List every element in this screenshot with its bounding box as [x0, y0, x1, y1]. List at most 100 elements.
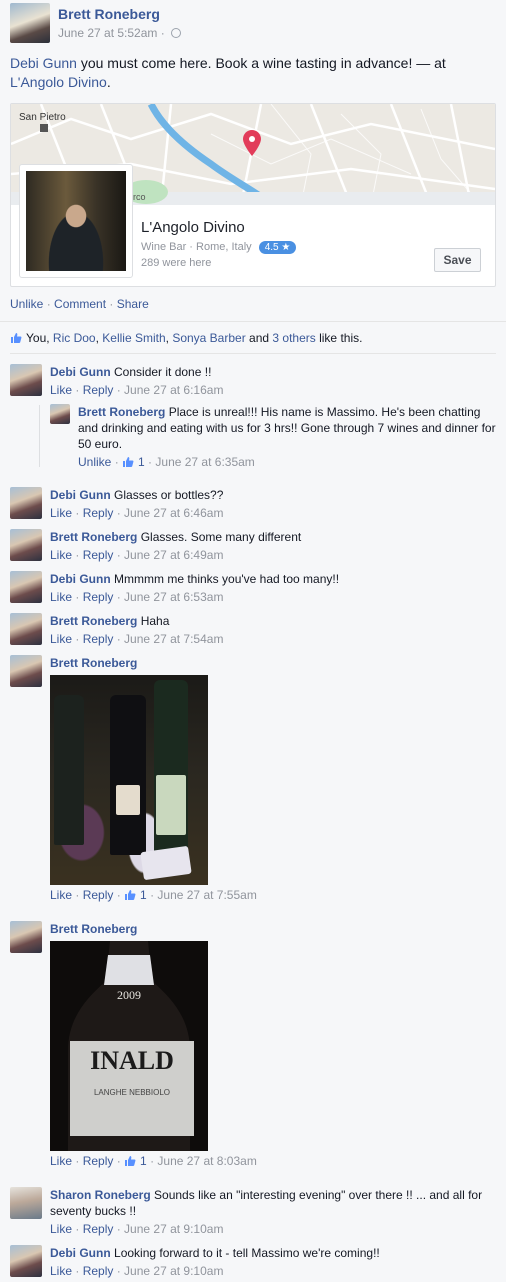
- comment-time[interactable]: June 27 at 6:53am: [124, 590, 223, 604]
- wine-label: [156, 775, 186, 835]
- comment-time[interactable]: June 27 at 6:16am: [124, 383, 223, 397]
- comment-time[interactable]: June 27 at 6:49am: [124, 548, 223, 562]
- comment-link[interactable]: Comment: [54, 297, 106, 311]
- reply-link[interactable]: Reply: [83, 632, 114, 646]
- liker-link[interactable]: Sonya Barber: [172, 331, 245, 345]
- like-count[interactable]: 1: [140, 888, 147, 902]
- comment-actions: Like · Reply · June 27 at 6:53am: [50, 590, 224, 604]
- place-category: Wine Bar · Rome, Italy 4.5 ★: [141, 241, 297, 254]
- commenter-name[interactable]: Brett Roneberg: [78, 405, 165, 419]
- comment-time[interactable]: June 27 at 8:03am: [157, 1154, 256, 1168]
- comment-time[interactable]: June 27 at 7:55am: [157, 888, 256, 902]
- commenter-name[interactable]: Debi Gunn: [50, 572, 111, 586]
- like-link[interactable]: Like: [50, 506, 72, 520]
- post-text: Debi Gunn you must come here. Book a win…: [10, 55, 446, 90]
- reply-link[interactable]: Reply: [83, 548, 114, 562]
- divider: [10, 353, 496, 354]
- comment-actions: Like · Reply · June 27 at 6:49am: [50, 548, 224, 562]
- commenter-avatar[interactable]: [10, 613, 42, 645]
- like-count[interactable]: 1: [138, 455, 145, 469]
- tagged-place-link[interactable]: L'Angolo Divino: [10, 74, 107, 90]
- reply-link[interactable]: Reply: [83, 506, 114, 520]
- comment-text: Glasses. Some many different: [140, 530, 302, 544]
- comment-actions: Like · Reply · 1 · June 27 at 8:03am: [50, 1154, 257, 1168]
- like-link[interactable]: Like: [50, 1154, 72, 1168]
- reply-link[interactable]: Reply: [83, 1222, 114, 1236]
- comment-photo[interactable]: 2009 INALD LANGHE NEBBIOLO: [50, 941, 208, 1151]
- reply-link[interactable]: Reply: [83, 383, 114, 397]
- post-author-name[interactable]: Brett Roneberg: [58, 6, 160, 22]
- commenter-name[interactable]: Sharon Roneberg: [50, 1188, 151, 1202]
- like-link[interactable]: Like: [50, 888, 72, 902]
- like-link[interactable]: Like: [50, 590, 72, 604]
- tagged-user-link[interactable]: Debi Gunn: [10, 55, 77, 71]
- commenter-name[interactable]: Brett Roneberg: [50, 614, 137, 628]
- reply-link[interactable]: Reply: [83, 590, 114, 604]
- unlike-link[interactable]: Unlike: [10, 297, 43, 311]
- commenter-avatar[interactable]: [10, 487, 42, 519]
- liker-link[interactable]: Ric Doo: [53, 331, 96, 345]
- commenter-avatar[interactable]: [10, 529, 42, 561]
- comment-time[interactable]: June 27 at 6:35am: [155, 455, 254, 469]
- commenter-avatar[interactable]: [10, 1245, 42, 1277]
- commenter-avatar[interactable]: [10, 364, 42, 396]
- place-name[interactable]: L'Angolo Divino: [141, 219, 245, 236]
- post-timestamp[interactable]: June 27 at 5:52am ·: [58, 26, 182, 40]
- like-link[interactable]: Like: [50, 1264, 72, 1278]
- commenter-name[interactable]: Brett Roneberg: [50, 656, 137, 670]
- commenter-avatar[interactable]: [10, 571, 42, 603]
- svg-text:2009: 2009: [117, 988, 141, 1002]
- like-count[interactable]: 1: [140, 1154, 147, 1168]
- share-link[interactable]: Share: [117, 297, 149, 311]
- post-time-text[interactable]: June 27 at 5:52am: [58, 26, 157, 40]
- place-visits: 289 were here: [141, 257, 212, 269]
- comment-time[interactable]: June 27 at 9:10am: [124, 1264, 223, 1278]
- comment-time[interactable]: June 27 at 6:46am: [124, 506, 223, 520]
- like-link[interactable]: Like: [50, 383, 72, 397]
- thumbs-up-icon: [123, 457, 134, 467]
- commenter-name[interactable]: Debi Gunn: [50, 488, 111, 502]
- comment-text: Consider it done !!: [114, 365, 212, 379]
- like-link[interactable]: Like: [50, 1222, 72, 1236]
- comment-actions: Like · Reply · June 27 at 9:10am: [50, 1264, 224, 1278]
- comment-text: Mmmmm me thinks you've had too many!!: [114, 572, 340, 586]
- comment-time[interactable]: June 27 at 7:54am: [124, 632, 223, 646]
- author-avatar[interactable]: [10, 3, 50, 43]
- commenter-name[interactable]: Brett Roneberg: [50, 530, 137, 544]
- commenter-name[interactable]: Debi Gunn: [50, 1246, 111, 1260]
- likes-summary: You, Ric Doo, Kellie Smith, Sonya Barber…: [10, 331, 362, 345]
- commenter-name[interactable]: Debi Gunn: [50, 365, 111, 379]
- commenter-avatar[interactable]: [10, 655, 42, 687]
- comment-time[interactable]: June 27 at 9:10am: [124, 1222, 223, 1236]
- receipt: [140, 845, 192, 881]
- comment-actions: Unlike · 1 · June 27 at 6:35am: [78, 455, 255, 469]
- unlike-link[interactable]: Unlike: [78, 455, 111, 469]
- liker-link[interactable]: Kellie Smith: [102, 331, 165, 345]
- bottle-photo: 2009 INALD LANGHE NEBBIOLO: [50, 941, 208, 1151]
- reply-link[interactable]: Reply: [83, 888, 114, 902]
- commenter-avatar[interactable]: [10, 921, 42, 953]
- comment-photo[interactable]: [50, 675, 208, 885]
- wine-label: [116, 785, 140, 815]
- map-label: San Pietro: [19, 112, 66, 123]
- place-photo-image: [26, 171, 126, 271]
- save-button[interactable]: Save: [434, 248, 481, 272]
- commenter-avatar[interactable]: [50, 404, 70, 424]
- rating-badge: 4.5 ★: [258, 241, 297, 254]
- map-pin-icon[interactable]: [243, 130, 261, 156]
- comment-actions: Like · Reply · 1 · June 27 at 7:55am: [50, 888, 257, 902]
- globe-icon[interactable]: [171, 28, 182, 38]
- place-photo[interactable]: [19, 164, 133, 278]
- reply-link[interactable]: Reply: [83, 1154, 114, 1168]
- like-link[interactable]: Like: [50, 548, 72, 562]
- commenter-name[interactable]: Brett Roneberg: [50, 922, 137, 936]
- like-link[interactable]: Like: [50, 632, 72, 646]
- wine-bottle: [54, 695, 84, 845]
- commenter-avatar[interactable]: [10, 1187, 42, 1219]
- reply-thread-line: [39, 405, 40, 467]
- others-link[interactable]: 3 others: [272, 331, 315, 345]
- divider: [0, 321, 506, 322]
- reply-link[interactable]: Reply: [83, 1264, 114, 1278]
- place-card[interactable]: San Pietro arco L'Angolo Divino Wine Bar…: [10, 103, 496, 287]
- comment-actions: Like · Reply · June 27 at 6:46am: [50, 506, 224, 520]
